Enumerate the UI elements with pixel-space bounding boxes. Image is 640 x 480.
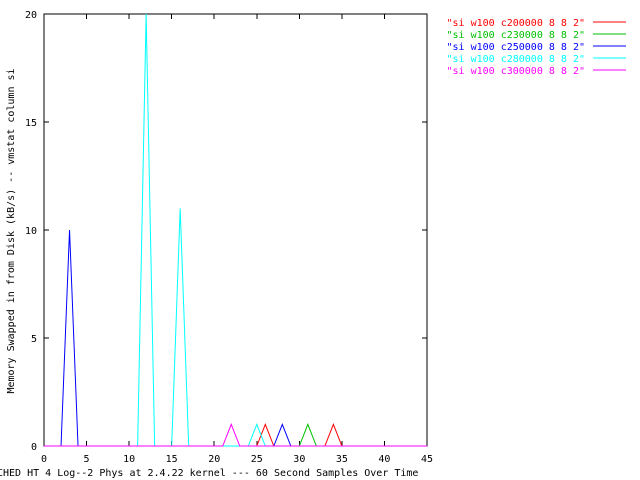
chart-svg: 0 5 10 15 20 0 5 10 15 20 25 30 35 40 45 "si w100 c20… [0,10,626,479]
series-line-3 [44,229,427,447]
x-tick-label: 15 [166,454,178,465]
y-axis-label: Memory Swapped in from Disk (kB/s) -- vm… [6,68,17,393]
y-tick-label: 5 [31,334,37,345]
x-axis-label: CHED HT 4 Log--2 Phys at 2.4.22 kernel -… [0,468,418,479]
legend-label-4: "si w100 c280000 8 8 2" [447,54,585,65]
y-tick-label: 15 [25,118,37,129]
y-tick-label: 10 [25,226,37,237]
x-tick-label: 5 [84,454,90,465]
series-line-5 [44,423,427,447]
x-axis-ticks: 0 5 10 15 20 25 30 35 40 45 [41,14,433,465]
legend-label-3: "si w100 c250000 8 8 2" [447,42,585,53]
legend: "si w100 c200000 8 8 2""si w100 c230000 … [447,18,626,77]
x-tick-label: 35 [336,454,348,465]
legend-label-1: "si w100 c200000 8 8 2" [447,18,585,29]
series-line-4 [44,13,427,447]
x-tick-label: 10 [123,454,135,465]
x-tick-label: 45 [421,454,433,465]
plot-frame [43,13,428,447]
y-axis-ticks: 0 5 10 15 20 [25,10,427,453]
y-tick-label: 20 [25,10,37,21]
plot-border [43,13,428,447]
x-tick-label: 30 [293,454,305,465]
series-layer [44,13,427,447]
legend-label-2: "si w100 c230000 8 8 2" [447,30,585,41]
x-tick-label: 20 [208,454,220,465]
legend-label-5: "si w100 c300000 8 8 2" [447,66,585,77]
y-tick-label: 0 [31,442,37,453]
x-tick-label: 25 [251,454,263,465]
x-tick-label: 0 [41,454,47,465]
x-tick-label: 40 [378,454,390,465]
